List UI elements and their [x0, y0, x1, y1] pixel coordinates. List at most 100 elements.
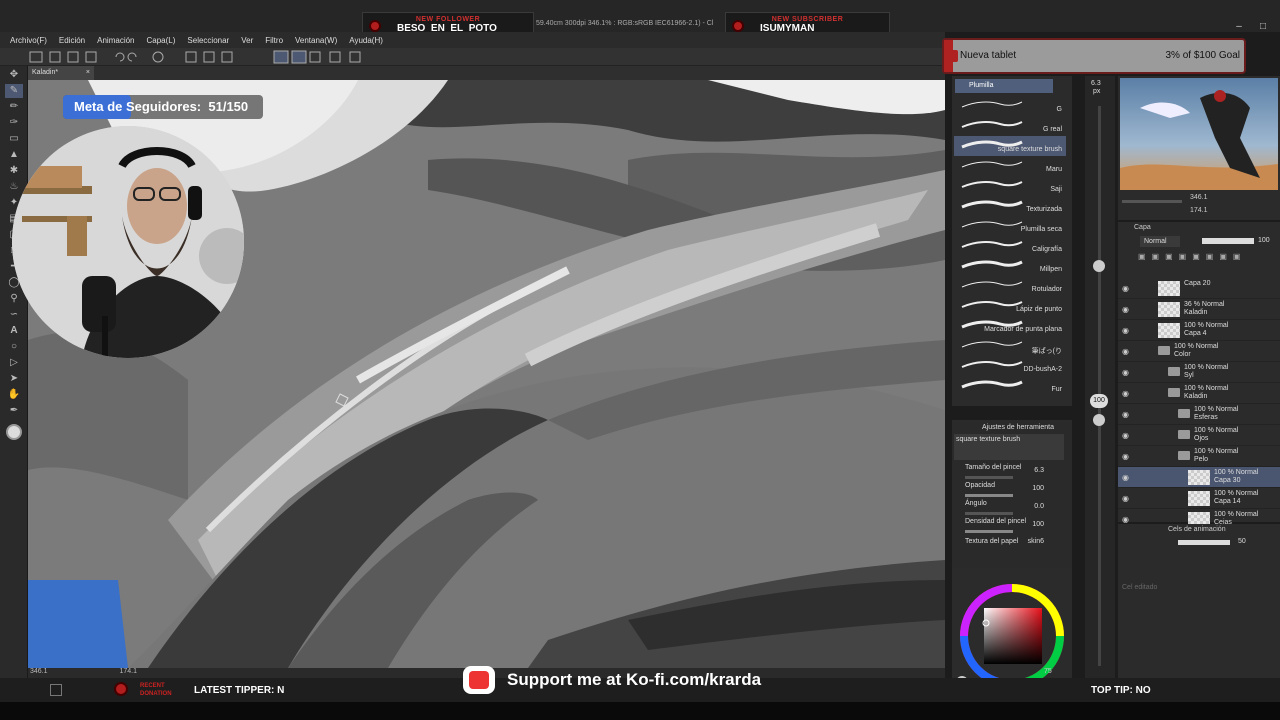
main-color-swatch[interactable]	[6, 424, 22, 440]
canvas-tab[interactable]: Kaladin* ×	[28, 66, 94, 80]
brush-size-slider[interactable]	[965, 476, 1013, 479]
eye-icon[interactable]: ◉	[1122, 431, 1129, 440]
brush-item[interactable]: Plumilla seca	[954, 216, 1066, 236]
text-tool-icon[interactable]: A	[5, 324, 23, 338]
menu-capa[interactable]: Capa(L)	[147, 36, 176, 45]
eye-icon[interactable]: ◉	[1122, 515, 1129, 524]
color-wheel[interactable]	[952, 568, 1072, 693]
menu-animacion[interactable]: Animación	[97, 36, 134, 45]
hand-tool-icon[interactable]: ✋	[5, 388, 23, 402]
eye-icon[interactable]: ◉	[1122, 284, 1129, 293]
brush-group-header[interactable]: Plumilla	[955, 79, 1053, 93]
eye-icon[interactable]: ◉	[1122, 473, 1129, 482]
airbrush-tool-icon[interactable]: ♨	[5, 180, 23, 194]
layer-opacity-value[interactable]: 100	[1258, 237, 1270, 244]
nav-zoom[interactable]: 346.1	[1190, 194, 1208, 201]
brush-item[interactable]: Maru	[954, 156, 1066, 176]
layer-folder[interactable]: ◉ 100 % Normal Esferas	[1118, 404, 1280, 425]
opacity-value[interactable]: 100	[1032, 485, 1044, 492]
grid-icon[interactable]	[50, 684, 62, 696]
brush-item[interactable]: G real	[954, 116, 1066, 136]
eye-icon[interactable]: ◉	[1122, 410, 1129, 419]
eye-icon[interactable]: ◉	[1122, 452, 1129, 461]
kofi-banner[interactable]: Support me at Ko-fi.com/krarda	[507, 670, 761, 690]
layer-folder[interactable]: ◉ 100 % Normal Kaladin	[1118, 383, 1280, 404]
nav-rotation[interactable]: 174.1	[1190, 207, 1208, 214]
layer-item[interactable]: ◉ 100 % Normal Capa 4	[1118, 320, 1280, 341]
layer-item[interactable]: ◉ 100 % Normal Capa 14	[1118, 488, 1280, 509]
brush-item[interactable]: Lápiz de punto	[954, 296, 1066, 316]
pen-tool-icon[interactable]: ✎	[5, 84, 23, 98]
blend-tool-icon[interactable]: ✱	[5, 164, 23, 178]
zoom-tool-icon[interactable]: ⚲	[5, 292, 23, 306]
brush-item[interactable]: square texture brush	[954, 136, 1066, 156]
brush-item[interactable]: Saji	[954, 176, 1066, 196]
blend-mode-select[interactable]: Normal	[1140, 236, 1180, 247]
brush-item[interactable]: DD-bushA-2	[954, 356, 1066, 376]
brush-item[interactable]: Texturizada	[954, 196, 1066, 216]
menu-seleccionar[interactable]: Seleccionar	[187, 36, 229, 45]
eye-icon[interactable]: ◉	[1122, 347, 1129, 356]
brush-label: Saji	[1050, 186, 1062, 193]
animation-value[interactable]: 50	[1238, 538, 1246, 545]
object-tool-icon[interactable]: ➤	[5, 372, 23, 386]
maximize-icon[interactable]: □	[1258, 21, 1268, 32]
minimize-icon[interactable]: –	[1234, 21, 1244, 32]
menu-archivo[interactable]: Archivo(F)	[10, 36, 47, 45]
opacity-slider[interactable]	[965, 494, 1013, 497]
eye-icon[interactable]: ◉	[1122, 326, 1129, 335]
menu-edicion[interactable]: Edición	[59, 36, 85, 45]
nav-zoom-slider[interactable]	[1122, 200, 1182, 203]
brush-item[interactable]: Rotulador	[954, 276, 1066, 296]
brush-item[interactable]: Fur	[954, 376, 1066, 396]
brush-item[interactable]: 筆ぱっ(り	[954, 336, 1066, 356]
paper-texture-value[interactable]: skin6	[1028, 538, 1044, 545]
layer-opacity-slider[interactable]	[1202, 238, 1254, 244]
layer-item[interactable]: ◉ Capa 20	[1118, 278, 1280, 299]
layer-tab[interactable]: Capa	[1134, 224, 1151, 231]
layer-folder[interactable]: ◉ 100 % Normal Ojos	[1118, 425, 1280, 446]
menu-ayuda[interactable]: Ayuda(H)	[349, 36, 383, 45]
eye-icon[interactable]: ◉	[1122, 389, 1129, 398]
webcam-feed	[12, 126, 244, 358]
size-slider-thumb[interactable]	[1093, 260, 1105, 272]
brush-item[interactable]: G	[954, 96, 1066, 116]
density-slider[interactable]	[965, 530, 1013, 533]
brush-item[interactable]: Marcador de punta plana	[954, 316, 1066, 336]
brush-item[interactable]: Caligrafía	[954, 236, 1066, 256]
layer-folder[interactable]: ◉ 100 % Normal Pelo	[1118, 446, 1280, 467]
eye-icon[interactable]: ◉	[1122, 368, 1129, 377]
eyedropper-tool-icon[interactable]: ✒	[5, 404, 23, 418]
angle-slider[interactable]	[965, 512, 1013, 515]
animation-slider[interactable]	[1178, 540, 1230, 545]
select-tool-icon[interactable]: ▷	[5, 356, 23, 370]
brush-tool-icon[interactable]: ✑	[5, 116, 23, 130]
density-value[interactable]: 100	[1032, 521, 1044, 528]
animation-tab[interactable]: Cels de animación	[1168, 526, 1226, 533]
command-icons[interactable]	[0, 48, 380, 66]
layer-item[interactable]: ◉ 36 % Normal Kaladin	[1118, 299, 1280, 320]
brush-item[interactable]: Millpen	[954, 256, 1066, 276]
layer-folder[interactable]: ◉ 100 % Normal Color	[1118, 341, 1280, 362]
angle-value[interactable]: 0.0	[1034, 503, 1044, 510]
correct-line-tool-icon[interactable]: ∽	[5, 308, 23, 322]
layer-folder[interactable]: ◉ 100 % Normal Syl	[1118, 362, 1280, 383]
lasso-tool-icon[interactable]: ○	[5, 340, 23, 354]
brush-size-value[interactable]: 6.3	[1034, 467, 1044, 474]
menu-filtro[interactable]: Filtro	[265, 36, 283, 45]
eraser-tool-icon[interactable]: ▭	[5, 132, 23, 146]
fill-tool-icon[interactable]: ▲	[5, 148, 23, 162]
eye-icon[interactable]: ◉	[1122, 305, 1129, 314]
brush-stroke-preview	[961, 200, 1023, 209]
opacity-slider-thumb[interactable]	[1093, 414, 1105, 426]
move-tool-icon[interactable]: ✥	[5, 68, 23, 82]
close-icon[interactable]: ×	[86, 69, 90, 76]
bottom-strip	[0, 702, 1280, 720]
eye-icon[interactable]: ◉	[1122, 494, 1129, 503]
menu-ventana[interactable]: Ventana(W)	[295, 36, 337, 45]
navigator-preview[interactable]	[1120, 78, 1278, 190]
menu-ver[interactable]: Ver	[241, 36, 253, 45]
pencil-tool-icon[interactable]: ✏	[5, 100, 23, 114]
layer-item[interactable]: ◉ 100 % Normal Capa 30	[1118, 467, 1280, 488]
size-slider-track[interactable]	[1098, 106, 1101, 666]
